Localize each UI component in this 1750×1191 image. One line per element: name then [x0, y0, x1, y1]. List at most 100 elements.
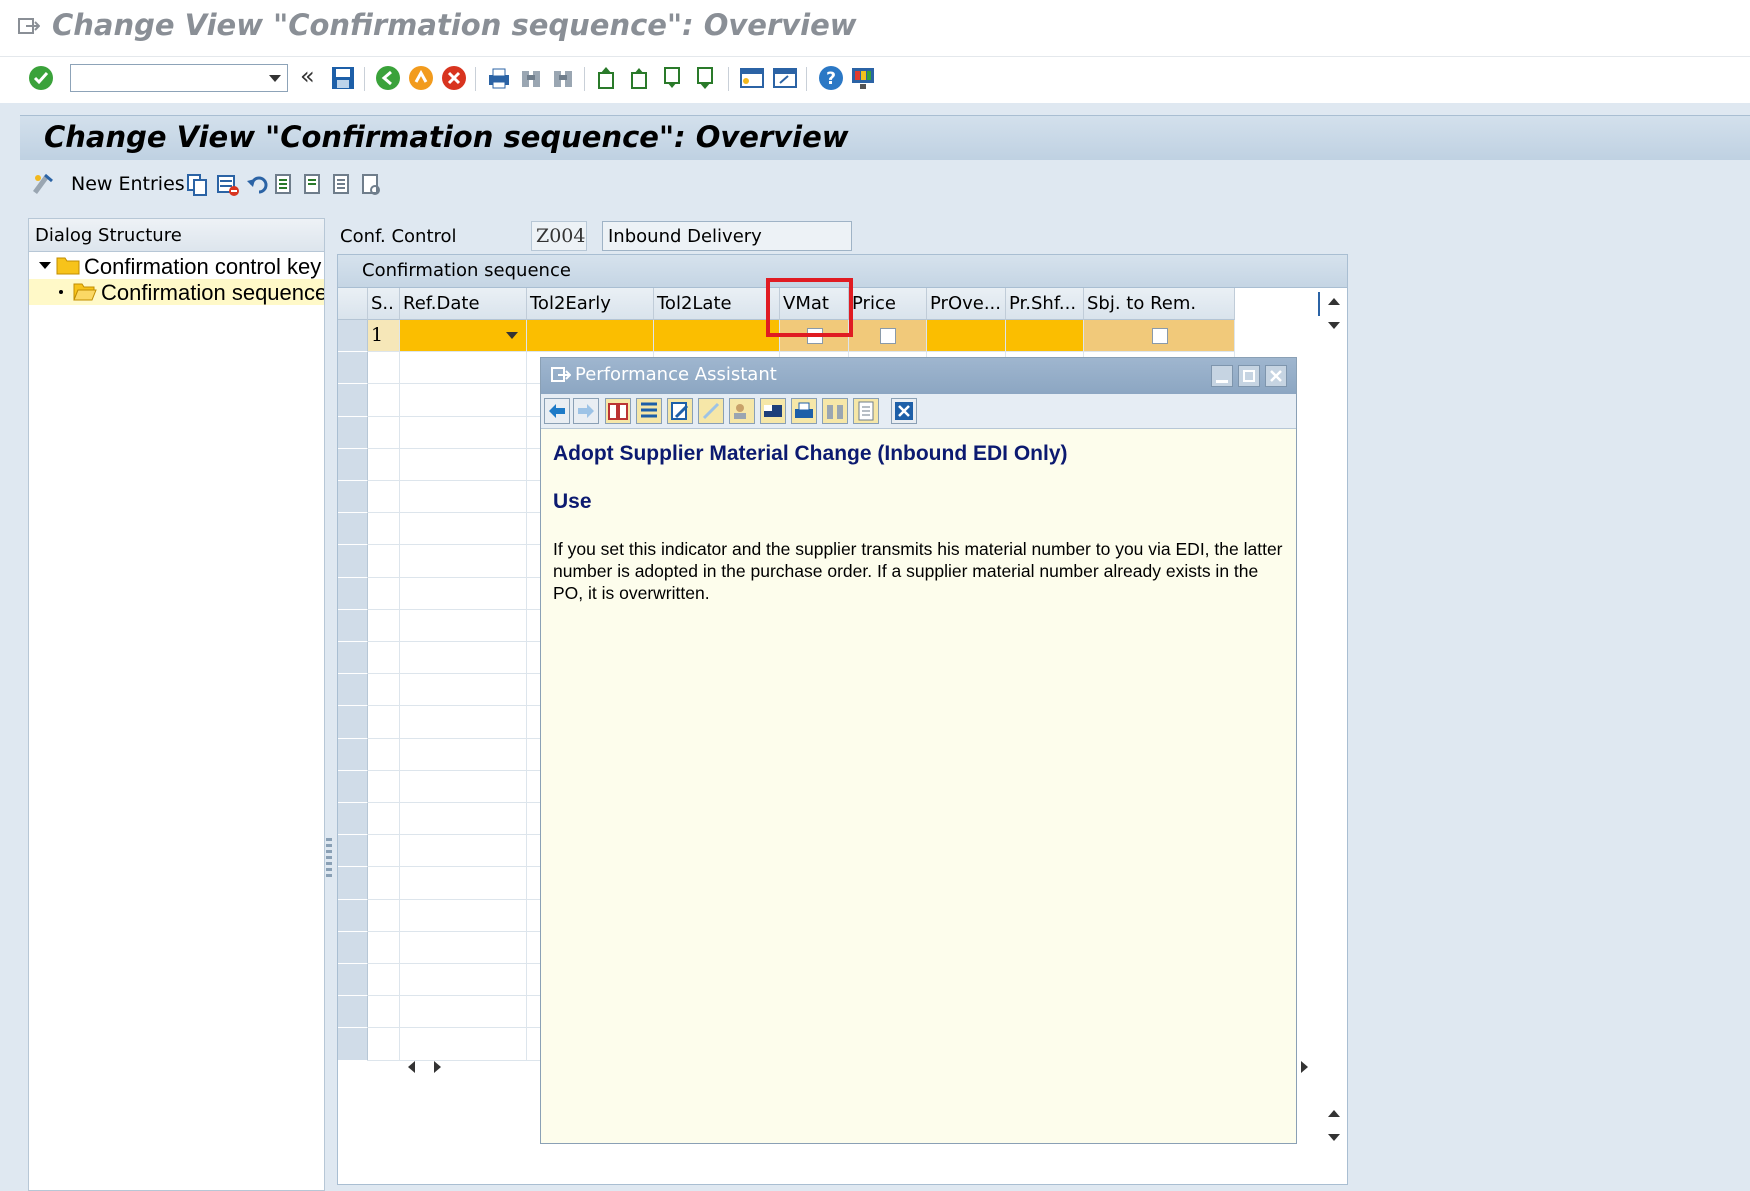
deselect-all-icon[interactable] — [332, 173, 354, 197]
select-all-icon[interactable] — [274, 173, 296, 197]
document-icon[interactable] — [853, 398, 879, 424]
table-cell[interactable] — [400, 416, 527, 449]
print-icon[interactable] — [791, 398, 817, 424]
save-icon[interactable] — [330, 65, 356, 91]
table-cell[interactable] — [400, 706, 527, 739]
row-selector[interactable] — [338, 706, 368, 739]
performance-assistant-titlebar[interactable]: Performance Assistant — [541, 358, 1296, 394]
menu-icon[interactable] — [551, 366, 571, 384]
table-cell[interactable] — [927, 320, 1006, 353]
row-selector[interactable] — [338, 931, 368, 964]
table-cell[interactable] — [368, 384, 400, 417]
table-cell[interactable] — [400, 384, 527, 417]
expand-triangle-icon[interactable] — [39, 262, 51, 269]
table-cell[interactable] — [368, 642, 400, 675]
table-cell[interactable] — [368, 931, 400, 964]
table-cell[interactable] — [400, 931, 527, 964]
table-cell[interactable] — [400, 674, 527, 707]
maximize-button[interactable] — [1238, 365, 1260, 387]
row-selector[interactable] — [338, 803, 368, 836]
table-cell[interactable] — [368, 964, 400, 997]
tree-item-confirmation-control-key[interactable]: Confirmation control key — [29, 253, 324, 279]
table-cell[interactable] — [368, 609, 400, 642]
create-session-icon[interactable] — [739, 65, 765, 91]
table-cell[interactable] — [400, 835, 527, 868]
exit-icon[interactable] — [408, 65, 434, 91]
table-cell[interactable] — [400, 1028, 527, 1061]
table-cell[interactable] — [527, 320, 654, 353]
find-next-icon[interactable] — [550, 65, 576, 91]
row-selector[interactable] — [338, 384, 368, 417]
scroll-down-icon[interactable] — [1328, 322, 1340, 329]
row-selector[interactable] — [338, 352, 368, 385]
table-cell[interactable] — [368, 899, 400, 932]
book-icon[interactable] — [605, 398, 631, 424]
scroll-page-up-icon[interactable] — [1328, 1110, 1340, 1117]
scroll-right-icon[interactable] — [434, 1061, 441, 1073]
table-cell[interactable] — [400, 770, 527, 803]
display-change-icon[interactable] — [30, 171, 56, 197]
forward-arrow-icon[interactable] — [573, 398, 599, 424]
table-cell[interactable] — [368, 416, 400, 449]
table-cell[interactable] — [400, 867, 527, 900]
find-icon[interactable] — [822, 398, 848, 424]
table-cell[interactable] — [400, 320, 527, 353]
copy-as-icon[interactable] — [186, 173, 208, 197]
shortcut-icon[interactable] — [772, 65, 798, 91]
help-icon[interactable]: ? — [818, 65, 844, 91]
select-block-icon[interactable] — [303, 173, 325, 197]
splitter-handle[interactable] — [326, 218, 332, 1191]
table-cell[interactable] — [368, 674, 400, 707]
double-chevron-left-icon[interactable]: « — [300, 62, 320, 90]
row-selector[interactable] — [338, 545, 368, 578]
row-selector[interactable] — [338, 964, 368, 997]
row-selector[interactable] — [338, 642, 368, 675]
print-field-list-icon[interactable] — [361, 173, 383, 197]
table-cell[interactable] — [400, 577, 527, 610]
tree-item-confirmation-sequence[interactable]: Confirmation sequence — [29, 279, 324, 305]
table-cell[interactable] — [400, 545, 527, 578]
link-icon[interactable] — [698, 398, 724, 424]
close-button[interactable] — [1265, 365, 1287, 387]
user-note-icon[interactable] — [729, 398, 755, 424]
table-cell[interactable] — [400, 803, 527, 836]
cancel-icon[interactable] — [441, 65, 467, 91]
table-cell[interactable] — [654, 320, 780, 353]
row-selector[interactable] — [338, 1028, 368, 1061]
display-format-icon[interactable] — [760, 398, 786, 424]
row-checkbox[interactable] — [880, 328, 896, 344]
table-cell[interactable] — [1084, 320, 1235, 353]
row-selector[interactable] — [338, 674, 368, 707]
table-cell[interactable] — [368, 545, 400, 578]
table-cell[interactable] — [368, 738, 400, 771]
table-cell[interactable] — [1006, 320, 1084, 353]
column-header-tol2early[interactable]: Tol2Early — [527, 288, 654, 320]
row-selector[interactable] — [338, 513, 368, 546]
table-cell[interactable] — [368, 1028, 400, 1061]
column-header-prove[interactable]: PrOve... — [927, 288, 1006, 320]
row-checkbox[interactable] — [1151, 328, 1168, 344]
row-selector[interactable] — [338, 770, 368, 803]
chevron-down-icon[interactable] — [269, 75, 281, 82]
table-cell[interactable] — [400, 352, 527, 385]
row-selector[interactable] — [338, 481, 368, 514]
row-selector[interactable] — [338, 320, 368, 353]
column-header-price[interactable]: Price — [849, 288, 927, 320]
table-cell[interactable] — [368, 803, 400, 836]
table-cell[interactable] — [368, 577, 400, 610]
first-page-icon[interactable] — [594, 65, 620, 91]
row-selector[interactable] — [338, 416, 368, 449]
select-all-rows-cell[interactable] — [338, 288, 368, 320]
row-selector[interactable] — [338, 577, 368, 610]
close-icon[interactable] — [891, 398, 917, 424]
table-cell[interactable] — [400, 448, 527, 481]
delete-icon[interactable] — [216, 173, 240, 197]
table-cell[interactable] — [368, 996, 400, 1029]
row-selector[interactable] — [338, 867, 368, 900]
table-cell[interactable] — [368, 867, 400, 900]
table-cell[interactable] — [400, 964, 527, 997]
edit-icon[interactable] — [667, 398, 693, 424]
row-selector[interactable] — [338, 609, 368, 642]
command-field[interactable] — [70, 64, 288, 92]
back-arrow-icon[interactable] — [544, 398, 570, 424]
